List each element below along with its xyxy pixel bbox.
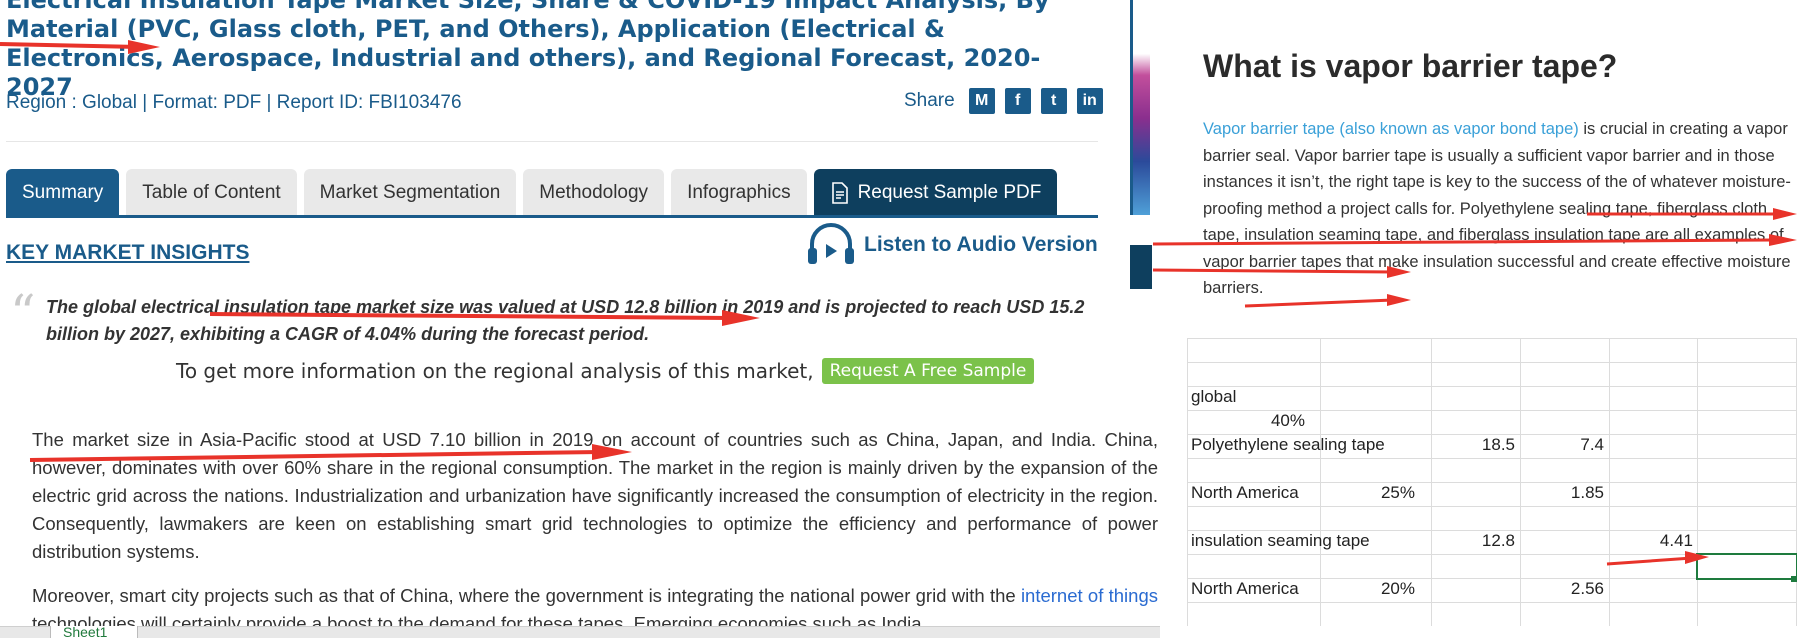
vapor-barrier-article: What is vapor barrier tape? Vapor barrie…: [1153, 0, 1797, 338]
annotation-arrows-left: [0, 40, 760, 462]
annotation-arrow-sheet: [1606, 551, 1709, 566]
report-page: Electrical Insulation Tape Market Size, …: [0, 0, 1160, 638]
annotation-arrows-right: [1153, 208, 1797, 308]
background-window-strip: [1130, 0, 1150, 215]
background-window-strip-dark: [1130, 245, 1152, 289]
spreadsheet-grid[interactable]: global 40% Polyethylene sealing tape 18.…: [1187, 338, 1797, 626]
